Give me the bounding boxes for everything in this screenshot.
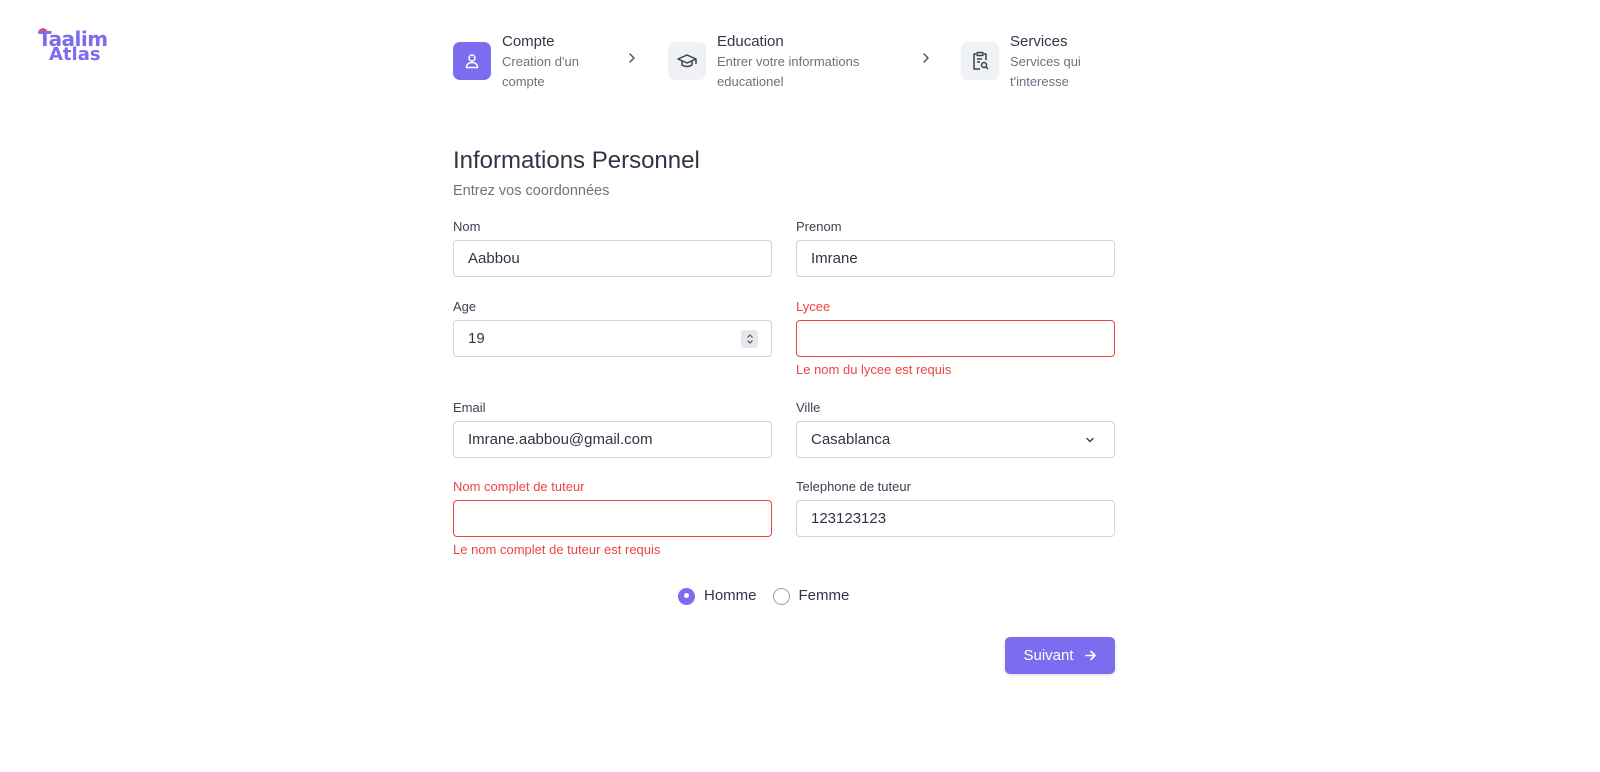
email-field-group: Email [453, 400, 772, 458]
step-education-title: Education [717, 33, 784, 50]
step-services-desc: Services qui t'interesse [1010, 54, 1081, 89]
prenom-field-group: Prenom [796, 219, 1115, 277]
prenom-input-box [796, 240, 1115, 277]
nom-label: Nom [453, 219, 481, 234]
step-compte-desc: Creation d'un compte [502, 54, 579, 89]
progress-stepper: Compte Creation d'un compte Education Ent… [453, 32, 1115, 96]
step-services-icon-box [961, 42, 999, 80]
chevron-down-icon [1086, 437, 1094, 443]
gender-option-femme[interactable]: Femme [772, 586, 850, 606]
nom-input-box [453, 240, 772, 277]
brand-name-line2: Atlas [49, 44, 101, 65]
next-button[interactable]: Suivant [1005, 637, 1115, 674]
tuteur-nom-error-message: Le nom complet de tuteur est requis [453, 542, 661, 557]
age-stepper[interactable] [741, 330, 758, 348]
tuteur-nom-label: Nom complet de tuteur [453, 479, 585, 494]
user-icon [465, 54, 479, 69]
radio-femme-label[interactable]: Femme [799, 586, 850, 606]
ville-select[interactable]: Casablanca [796, 421, 1115, 458]
radio-homme-label[interactable]: Homme [704, 586, 757, 606]
form-title: Informations Personnel [453, 147, 700, 174]
lycee-error-message: Le nom du lycee est requis [796, 362, 952, 377]
age-label: Age [453, 299, 477, 314]
age-input[interactable] [454, 321, 771, 356]
lycee-field-group: Lycee Le nom du lycee est requis [796, 299, 1115, 378]
tuteur-nom-field-group: Nom complet de tuteur Le nom complet de … [453, 479, 772, 558]
chevron-down-icon[interactable] [746, 339, 754, 345]
step-compte[interactable]: Compte Creation d'un compte [453, 32, 623, 96]
lycee-input-box [796, 320, 1115, 357]
tuteur-tel-input-box [796, 500, 1115, 537]
prenom-input[interactable] [797, 241, 1114, 276]
chevron-right-icon [629, 53, 635, 63]
step-services[interactable]: Services Services qui t'interesse [961, 32, 1115, 96]
chevron-right-icon [923, 53, 929, 63]
clipboard-search-icon [973, 51, 989, 70]
step-services-title: Services [1010, 33, 1068, 50]
nom-input[interactable] [454, 241, 771, 276]
age-input-box [453, 320, 772, 357]
email-input[interactable] [454, 422, 771, 457]
brand-logo[interactable]: Taalim Atlas [38, 28, 108, 68]
tuteur-nom-input-box [453, 500, 772, 537]
prenom-label: Prenom [796, 219, 842, 234]
next-button-label: Suivant [1023, 647, 1074, 664]
radio-femme[interactable] [772, 587, 790, 605]
step-compte-icon-box [453, 42, 491, 80]
step-education-desc: Entrer votre informations educationel [717, 54, 860, 89]
ville-label: Ville [796, 400, 821, 415]
lycee-input[interactable] [797, 321, 1114, 356]
ville-field-group: Ville Casablanca [796, 400, 1115, 458]
nom-field-group: Nom [453, 219, 772, 277]
arrow-right-icon [1084, 650, 1096, 661]
step-compte-title: Compte [502, 33, 555, 50]
age-field-group: Age [453, 299, 772, 357]
tuteur-nom-input[interactable] [454, 501, 771, 536]
graduation-cap-icon [677, 54, 697, 68]
tuteur-tel-field-group: Telephone de tuteur [796, 479, 1115, 537]
ville-selected-value: Casablanca [811, 431, 891, 448]
email-input-box [453, 421, 772, 458]
step-education[interactable]: Education Entrer votre informations educa… [668, 32, 908, 96]
lycee-label: Lycee [796, 299, 831, 314]
tuteur-tel-label: Telephone de tuteur [796, 479, 911, 494]
radio-homme[interactable] [678, 587, 695, 605]
step-education-icon-box [668, 42, 706, 80]
email-label: Email [453, 400, 486, 415]
tuteur-tel-input[interactable] [797, 501, 1114, 536]
gender-option-homme[interactable]: Homme [678, 586, 757, 606]
gender-radio-group: Homme Femme [678, 585, 865, 607]
form-subtitle: Entrez vos coordonnées [453, 183, 610, 199]
